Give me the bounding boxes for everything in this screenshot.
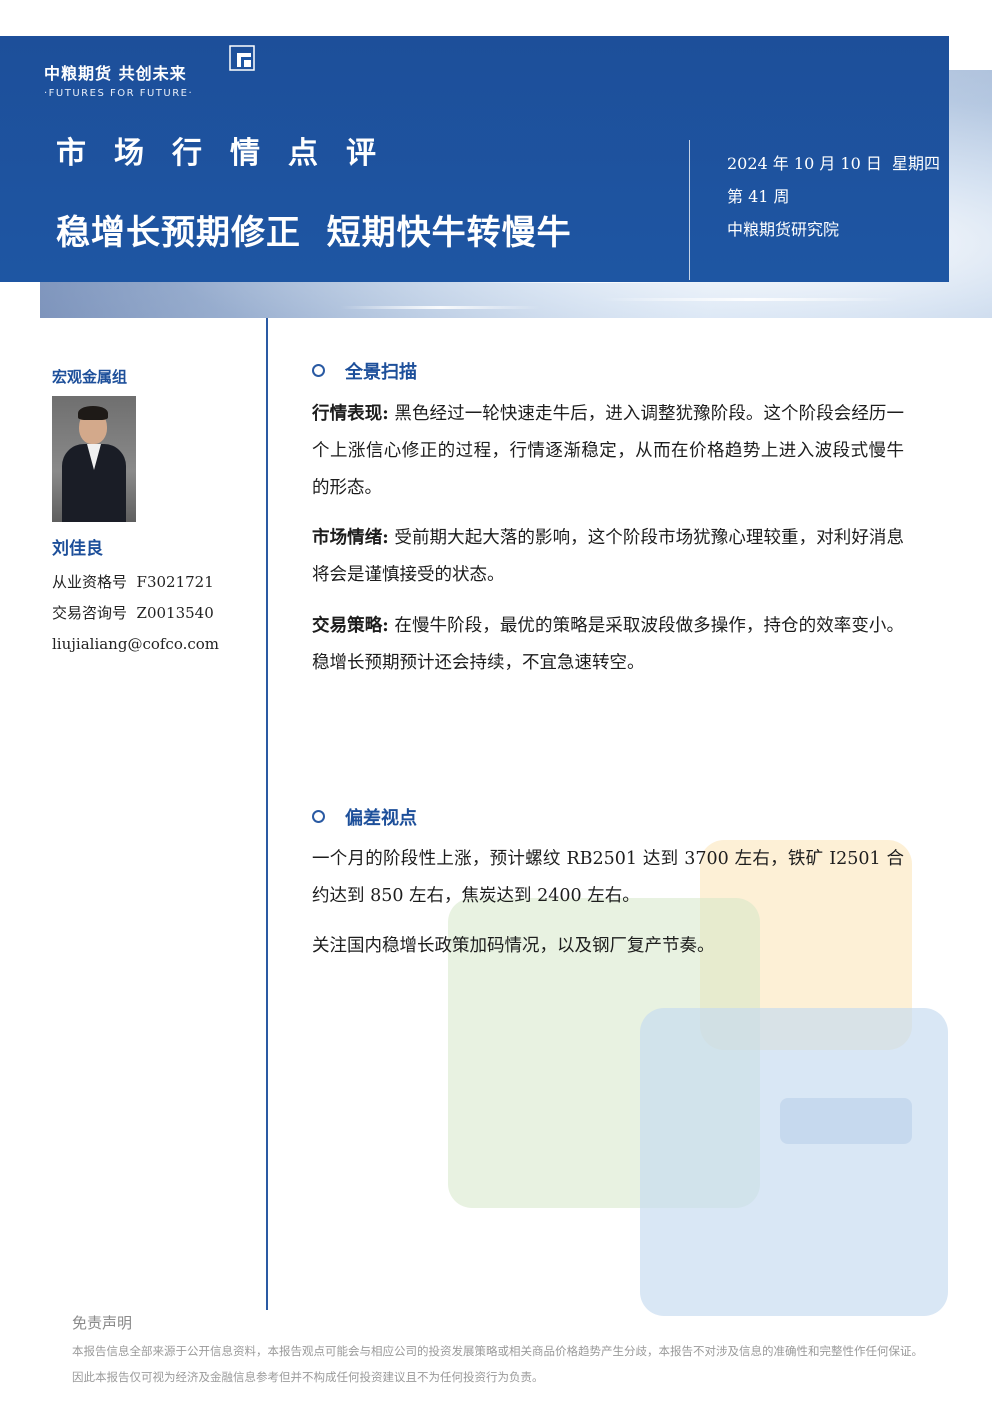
author-consulting-id: 交易咨询号 Z0013540	[52, 604, 214, 622]
paragraph: 行情表现: 黑色经过一轮快速走牛后，进入调整犹豫阶段。这个阶段会经历一个上涨信心…	[312, 404, 904, 498]
header-divider	[689, 140, 690, 280]
light-streak	[340, 306, 540, 309]
disclaimer-title: 免责声明	[72, 1314, 133, 1332]
report-meta: 2024 年 10 月 10 日 星期四 第 41 周 中粮期货研究院	[727, 152, 940, 251]
paragraph: 交易策略: 在慢牛阶段，最优的策略是采取波段做多操作，持仓的效率变小。稳增长预期…	[312, 616, 904, 673]
section-heading-text: 全景扫描	[345, 362, 417, 383]
sidebar-divider	[266, 318, 268, 1310]
report-institute: 中粮期货研究院	[727, 220, 840, 239]
section-heading: 偏差视点	[312, 804, 417, 830]
decor-block-blue	[640, 1008, 948, 1316]
company-logo: 中粮期货 共创未来 ·FUTURES FOR FUTURE·	[44, 60, 193, 99]
report-date: 2024 年 10 月 10 日 星期四	[727, 154, 941, 173]
section-heading-text: 偏差视点	[345, 808, 417, 829]
logo-mark-icon	[229, 45, 255, 71]
logo-english-text: ·FUTURES FOR FUTURE·	[44, 88, 194, 99]
section-bullet-icon	[312, 364, 325, 377]
report-title: 稳增长预期修正 短期快牛转慢牛	[56, 213, 572, 253]
paragraph: 一个月的阶段性上涨，预计螺纹 RB2501 达到 3700 左右，铁矿 I250…	[312, 849, 904, 906]
light-streak	[600, 298, 900, 301]
logo-chinese-text: 中粮期货 共创未来	[44, 64, 187, 83]
section-bullet-icon	[312, 810, 325, 823]
paragraph: 关注国内稳增长政策加码情况，以及钢厂复产节奏。	[312, 936, 715, 956]
author-qualification: 从业资格号 F3021721	[52, 573, 214, 591]
author-email[interactable]: liujialiang@cofco.com	[52, 633, 219, 664]
report-week: 第 41 周	[727, 187, 790, 206]
report-type: 市场行情点评	[56, 136, 404, 171]
section-heading: 全景扫描	[312, 358, 417, 384]
author-info: 从业资格号 F3021721 交易咨询号 Z0013540 liujialian…	[52, 571, 219, 664]
paragraph: 市场情绪: 受前期大起大落的影响，这个阶段市场犹豫心理较重，对利好消息将会是谨慎…	[312, 528, 904, 585]
author-group: 宏观金属组	[52, 368, 128, 386]
author-avatar	[52, 396, 136, 522]
author-name: 刘佳良	[52, 539, 103, 559]
decor-block-blue-inner	[780, 1098, 912, 1144]
disclaimer-text: 本报告信息全部来源于公开信息资料，本报告观点可能会与相应公司的投资发展策略或相关…	[72, 1344, 923, 1384]
